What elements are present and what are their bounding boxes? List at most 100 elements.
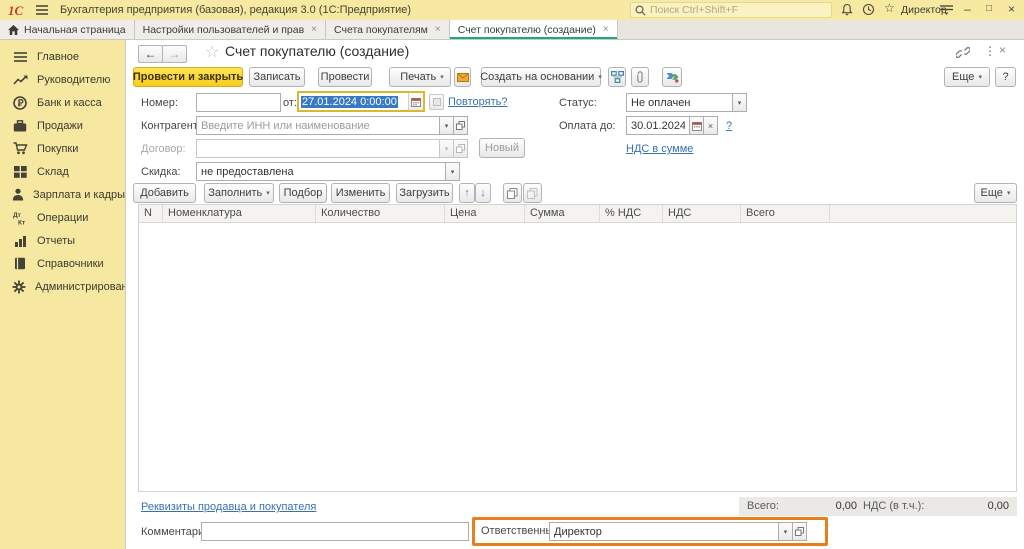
new-contract-button[interactable]: Новый bbox=[479, 138, 525, 158]
main-menu-icon[interactable] bbox=[36, 5, 48, 15]
copy-icon bbox=[507, 188, 518, 199]
favorite-star-icon[interactable]: ☆ bbox=[205, 42, 219, 62]
add-row-button[interactable]: Добавить bbox=[133, 183, 196, 203]
col-price[interactable]: Цена bbox=[444, 205, 524, 222]
pick-button[interactable]: Подбор bbox=[279, 183, 327, 203]
document-structure-button[interactable] bbox=[608, 67, 626, 87]
counterparty-input[interactable] bbox=[196, 116, 440, 135]
fill-button[interactable]: Заполнить▾ bbox=[204, 183, 274, 203]
close-window-button[interactable]: × bbox=[1008, 2, 1015, 16]
briefcase-icon bbox=[12, 120, 28, 132]
move-down-button[interactable]: ↓ bbox=[475, 183, 491, 203]
business-process-button[interactable] bbox=[662, 67, 682, 87]
global-search[interactable] bbox=[630, 2, 832, 18]
help-button[interactable]: ? bbox=[995, 67, 1016, 87]
tab-close-icon[interactable]: × bbox=[603, 24, 609, 35]
pay-until-input[interactable] bbox=[626, 116, 690, 135]
col-quantity[interactable]: Количество bbox=[315, 205, 444, 222]
svg-text:Кт: Кт bbox=[18, 219, 25, 225]
responsible-input[interactable] bbox=[549, 522, 779, 541]
more-menu-icon[interactable]: ⋮ bbox=[984, 44, 996, 58]
tab-close-icon[interactable]: × bbox=[435, 24, 441, 35]
back-button[interactable]: ← bbox=[138, 45, 163, 63]
status-dropdown-icon[interactable]: ▾ bbox=[732, 93, 747, 112]
table-header: N Номенклатура Количество Цена Сумма % Н… bbox=[139, 205, 1016, 223]
contract-open-icon[interactable] bbox=[453, 139, 468, 158]
seller-buyer-details-link[interactable]: Реквизиты продавца и покупателя bbox=[141, 501, 316, 513]
forward-button[interactable]: → bbox=[162, 45, 187, 63]
schedule-button[interactable] bbox=[429, 94, 444, 110]
tab-user-settings[interactable]: Настройки пользователей и прав × bbox=[135, 20, 326, 39]
col-vat-percent[interactable]: % НДС bbox=[599, 205, 662, 222]
sidebar-item-purchases[interactable]: Покупки bbox=[0, 137, 125, 160]
comment-input[interactable] bbox=[201, 522, 469, 541]
tab-invoice-creation[interactable]: Счет покупателю (создание) × bbox=[450, 20, 618, 39]
sidebar-item-warehouse[interactable]: Склад bbox=[0, 160, 125, 183]
notifications-bell-icon[interactable] bbox=[841, 3, 853, 16]
responsible-dropdown-icon[interactable]: ▾ bbox=[778, 522, 793, 541]
calendar-icon[interactable] bbox=[408, 93, 423, 110]
load-button[interactable]: Загрузить bbox=[396, 183, 453, 203]
col-nomenclature[interactable]: Номенклатура bbox=[162, 205, 315, 222]
tab-home[interactable]: Начальная страница bbox=[0, 20, 135, 39]
post-button[interactable]: Провести bbox=[318, 67, 372, 87]
service-menu-icon[interactable] bbox=[940, 5, 953, 15]
tab-customer-invoices[interactable]: Счета покупателям × bbox=[326, 20, 450, 39]
contract-input[interactable] bbox=[196, 139, 440, 158]
col-sum[interactable]: Сумма bbox=[524, 205, 599, 222]
sidebar-item-payroll-hr[interactable]: Зарплата и кадры bbox=[0, 183, 125, 206]
move-up-button[interactable]: ↑ bbox=[459, 183, 475, 203]
counterparty-dropdown-icon[interactable]: ▾ bbox=[439, 116, 454, 135]
book-icon bbox=[12, 257, 28, 270]
minimize-button[interactable]: – bbox=[964, 2, 971, 16]
repeat-link[interactable]: Повторять? bbox=[448, 96, 508, 108]
print-button[interactable]: Печать▾ bbox=[389, 67, 451, 87]
number-input[interactable] bbox=[196, 93, 281, 112]
counterparty-open-icon[interactable] bbox=[453, 116, 468, 135]
sidebar-item-sales[interactable]: Продажи bbox=[0, 114, 125, 137]
date-input[interactable]: 27.01.2024 0:00:00 bbox=[297, 91, 425, 112]
email-button[interactable] bbox=[454, 67, 471, 87]
post-and-close-button[interactable]: Провести и закрыть bbox=[133, 67, 243, 87]
status-select[interactable]: Не оплачен bbox=[626, 93, 733, 112]
maximize-button[interactable]: □ bbox=[986, 3, 992, 14]
discount-dropdown-icon[interactable]: ▾ bbox=[445, 162, 460, 181]
pay-until-calendar-icon[interactable] bbox=[689, 116, 704, 135]
attachments-button[interactable] bbox=[631, 67, 649, 87]
write-button[interactable]: Записать bbox=[249, 67, 305, 87]
copy-rows-button[interactable] bbox=[503, 183, 522, 203]
sidebar-item-directories[interactable]: Справочники bbox=[0, 252, 125, 275]
create-based-on-button[interactable]: Создать на основании▾ bbox=[481, 67, 601, 87]
sidebar-item-reports[interactable]: Отчеты bbox=[0, 229, 125, 252]
more-button[interactable]: Еще▾ bbox=[944, 67, 990, 87]
sidebar-item-main[interactable]: Главное bbox=[0, 45, 125, 68]
sidebar: Главное Руководителю Банк и касса Продаж… bbox=[0, 40, 125, 549]
edit-button[interactable]: Изменить bbox=[331, 183, 390, 203]
responsible-open-icon[interactable] bbox=[792, 522, 807, 541]
sidebar-item-bank-cash[interactable]: Банк и касса bbox=[0, 91, 125, 114]
discount-select[interactable]: не предоставлена bbox=[196, 162, 446, 181]
items-more-button[interactable]: Еще▾ bbox=[974, 183, 1017, 203]
col-vat[interactable]: НДС bbox=[662, 205, 740, 222]
trend-chart-icon bbox=[12, 74, 28, 86]
sidebar-item-operations[interactable]: ДтКт Операции bbox=[0, 206, 125, 229]
process-arrows-icon bbox=[666, 71, 679, 83]
pay-until-clear-icon[interactable]: × bbox=[703, 116, 718, 135]
paste-rows-button[interactable] bbox=[523, 183, 542, 203]
col-n[interactable]: N bbox=[139, 205, 162, 222]
table-body-empty[interactable] bbox=[139, 223, 1016, 491]
search-input[interactable] bbox=[650, 4, 820, 16]
col-total[interactable]: Всего bbox=[740, 205, 829, 222]
pay-until-help-link[interactable]: ? bbox=[726, 120, 732, 132]
contract-dropdown-icon[interactable]: ▾ bbox=[439, 139, 454, 158]
favorites-star-icon[interactable]: ☆ bbox=[884, 1, 895, 15]
sidebar-item-administration[interactable]: Администрирование bbox=[0, 275, 125, 298]
discount-label: Скидка: bbox=[141, 166, 181, 178]
vat-total-value: 0,00 bbox=[949, 500, 1009, 512]
sidebar-item-manager[interactable]: Руководителю bbox=[0, 68, 125, 91]
vat-in-sum-link[interactable]: НДС в сумме bbox=[626, 143, 693, 155]
get-link-icon[interactable] bbox=[956, 47, 970, 58]
close-form-icon[interactable]: × bbox=[999, 43, 1006, 57]
tab-close-icon[interactable]: × bbox=[311, 24, 317, 35]
history-icon[interactable] bbox=[862, 3, 875, 16]
